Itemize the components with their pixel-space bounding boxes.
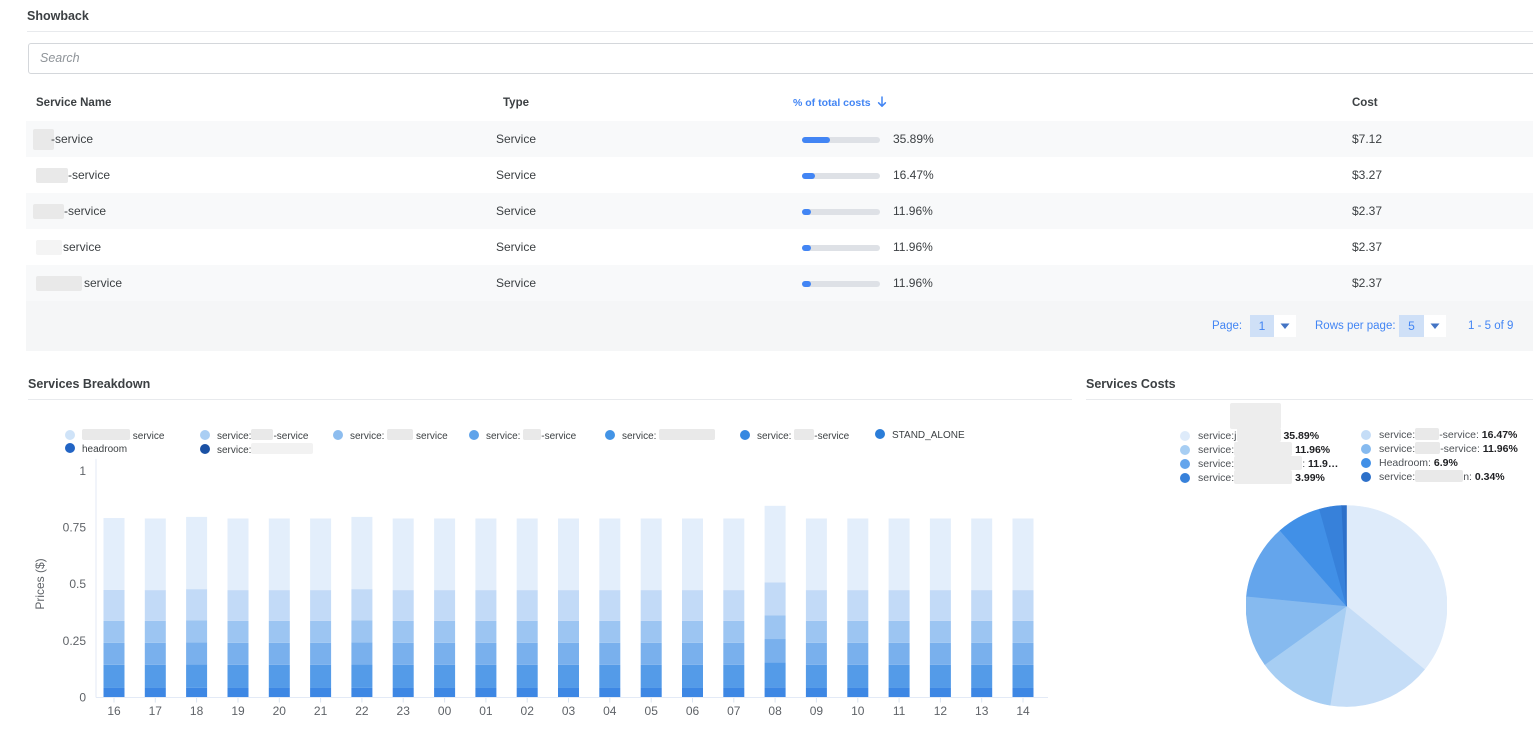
svg-text:11: 11 <box>893 704 906 718</box>
svg-text:1: 1 <box>79 464 86 478</box>
svg-text:0: 0 <box>79 691 86 705</box>
svg-text:02: 02 <box>521 704 535 718</box>
svg-text:23: 23 <box>397 704 411 718</box>
svg-text:20: 20 <box>273 704 287 718</box>
svg-text:21: 21 <box>314 704 328 718</box>
svg-text:12: 12 <box>934 704 948 718</box>
svg-text:13: 13 <box>975 704 989 718</box>
svg-text:01: 01 <box>479 704 493 718</box>
svg-text:05: 05 <box>645 704 659 718</box>
svg-text:07: 07 <box>727 704 741 718</box>
svg-text:22: 22 <box>355 704 369 718</box>
svg-text:04: 04 <box>603 704 617 718</box>
svg-text:00: 00 <box>438 704 452 718</box>
svg-text:19: 19 <box>231 704 245 718</box>
svg-text:17: 17 <box>149 704 163 718</box>
svg-text:08: 08 <box>768 704 782 718</box>
svg-text:06: 06 <box>686 704 700 718</box>
svg-text:03: 03 <box>562 704 576 718</box>
svg-text:0.25: 0.25 <box>63 634 87 648</box>
svg-text:0.5: 0.5 <box>69 577 86 591</box>
svg-text:18: 18 <box>190 704 204 718</box>
svg-text:16: 16 <box>107 704 121 718</box>
svg-text:Prices ($): Prices ($) <box>33 558 47 609</box>
svg-text:14: 14 <box>1016 704 1030 718</box>
svg-text:0.75: 0.75 <box>63 521 87 535</box>
svg-text:10: 10 <box>851 704 865 718</box>
svg-text:09: 09 <box>810 704 824 718</box>
